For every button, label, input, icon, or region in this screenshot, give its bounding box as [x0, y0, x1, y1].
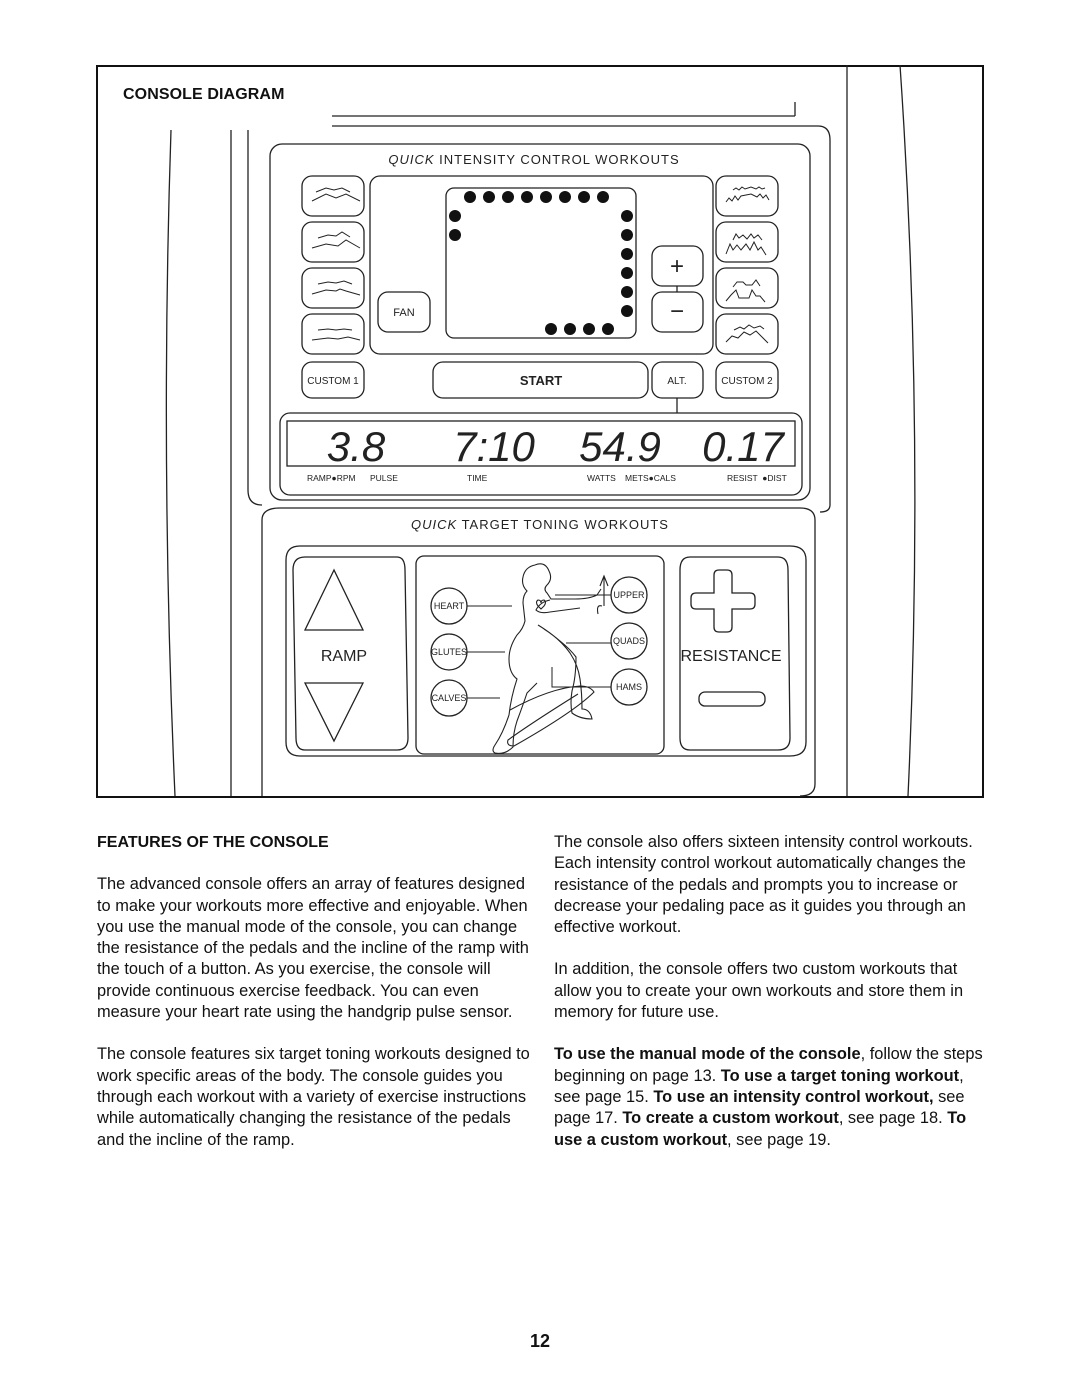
page-number: 12	[529, 1331, 551, 1351]
display-value-resist: 0.17	[702, 423, 785, 470]
right-profile-buttons[interactable]	[715, 175, 779, 355]
intensity-workout-4-button[interactable]	[301, 313, 365, 355]
led-matrix-dots	[449, 191, 633, 335]
custom-1-label: CUSTOM 1	[307, 376, 359, 387]
profile-wave-icon	[311, 288, 361, 296]
housing-left-curve	[165, 129, 176, 797]
housing-inner-left	[247, 130, 263, 506]
label-pulse: PULSE	[370, 473, 398, 483]
profile-wave-icon	[725, 193, 770, 203]
intensity-workout-5-button[interactable]	[715, 175, 779, 217]
left-profile-buttons[interactable]	[301, 175, 365, 355]
right-column: The console also offers sixteen intensit…	[554, 832, 986, 1172]
profile-wave-icon	[725, 330, 769, 344]
minus-label: −	[670, 298, 684, 325]
ramp-down-arrow-icon[interactable]	[303, 682, 365, 743]
toning-panel-title: QUICK TARGET TONING WORKOUTS	[411, 517, 669, 532]
profile-wave-icon	[317, 231, 351, 239]
resistance-increase-icon[interactable]	[690, 569, 756, 633]
center-panel	[369, 175, 714, 355]
label-ramp-rpm: RAMP●RPM	[307, 473, 356, 483]
housing-right-curve	[899, 64, 916, 797]
profile-wave-icon	[311, 193, 361, 202]
alt-label: ALT.	[667, 376, 686, 387]
profile-wave-icon	[317, 280, 353, 285]
led-matrix-window	[445, 187, 637, 339]
profile-wave-icon	[725, 288, 766, 303]
fan-label: FAN	[393, 307, 414, 319]
intensity-workout-2-button[interactable]	[301, 221, 365, 263]
ramp-label: RAMP	[321, 648, 367, 665]
profile-wave-icon	[315, 187, 351, 193]
label-watts: WATTS	[587, 473, 616, 483]
profile-wave-icon	[317, 328, 353, 331]
console-diagram: QUICK INTENSITY CONTROL WORKOUTS FAN + −…	[165, 64, 916, 797]
intensity-workout-6-button[interactable]	[715, 221, 779, 263]
profile-wave-icon	[732, 186, 766, 191]
ramp-up-arrow-icon[interactable]	[303, 568, 365, 631]
target-glutes-label: GLUTES	[431, 647, 467, 657]
target-heart-label: HEART	[434, 601, 465, 611]
display-value-ramp: 3.8	[327, 423, 386, 470]
intensity-workout-7-button[interactable]	[715, 267, 779, 309]
start-label: START	[520, 373, 562, 388]
display-value-watts: 54.9	[579, 423, 661, 470]
paragraph: The console also offers sixteen intensit…	[554, 833, 973, 937]
page-references: To use the manual mode of the console, f…	[554, 1045, 983, 1149]
profile-wave-icon	[733, 324, 765, 331]
paragraph: The advanced console offers an array of …	[97, 875, 529, 1022]
profile-wave-icon	[311, 336, 361, 341]
target-upper-label: UPPER	[613, 590, 645, 600]
target-quads-label: QUADS	[613, 636, 645, 646]
section-heading: FEATURES OF THE CONSOLE	[97, 834, 329, 851]
profile-wave-icon	[732, 279, 761, 288]
plus-label: +	[670, 253, 684, 280]
intensity-workout-3-button[interactable]	[301, 267, 365, 309]
target-hams-label: HAMS	[616, 682, 642, 692]
resistance-decrease-icon[interactable]	[698, 691, 766, 707]
resistance-label: RESISTANCE	[680, 648, 781, 665]
profile-wave-icon	[725, 240, 767, 256]
left-column: FEATURES OF THE CONSOLE The advanced con…	[97, 832, 537, 1172]
exerciser-figure	[492, 563, 609, 754]
intensity-workout-1-button[interactable]	[301, 175, 365, 217]
profile-wave-icon	[732, 233, 763, 241]
paragraph: In addition, the console offers two cust…	[554, 960, 964, 1022]
display-value-time: 7:10	[453, 423, 535, 470]
custom-2-label: CUSTOM 2	[721, 376, 773, 387]
label-time: TIME	[467, 473, 488, 483]
profile-wave-icon	[311, 239, 361, 249]
intensity-panel-title: QUICK INTENSITY CONTROL WORKOUTS	[388, 152, 679, 167]
label-mets-cals: METS●CALS	[625, 473, 676, 483]
target-calves-label: CALVES	[432, 693, 467, 703]
label-resist-dist: RESIST ●DIST	[727, 473, 787, 483]
paragraph: The console features six target toning w…	[97, 1045, 530, 1149]
